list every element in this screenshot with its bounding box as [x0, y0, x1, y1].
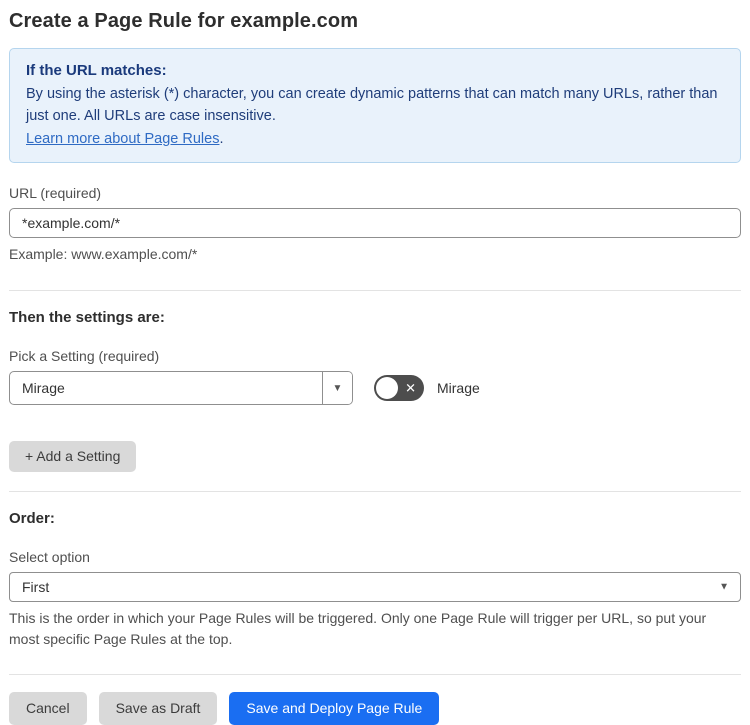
mirage-toggle[interactable]: ✕	[374, 375, 424, 401]
save-and-deploy-button[interactable]: Save and Deploy Page Rule	[229, 692, 440, 725]
toggle-knob	[376, 377, 398, 399]
pick-setting-label: Pick a Setting (required)	[9, 348, 160, 364]
url-match-info-box: If the URL matches: By using the asteris…	[9, 48, 741, 163]
info-box-heading: If the URL matches:	[26, 62, 167, 79]
divider	[9, 491, 741, 492]
toggle-label: Mirage	[437, 380, 480, 396]
order-select-label: Select option	[9, 549, 90, 565]
save-as-draft-button[interactable]: Save as Draft	[98, 692, 218, 725]
order-section-heading: Order:	[9, 510, 55, 527]
page-rule-form: Create a Page Rule for example.com If th…	[0, 0, 750, 725]
footer-actions: Cancel Save as Draft Save and Deploy Pag…	[9, 692, 741, 725]
url-field-label: URL (required)	[9, 185, 102, 201]
info-link-line: Learn more about Page Rules.	[26, 128, 724, 150]
chevron-down-icon: ▼	[332, 382, 343, 394]
chevron-down-icon: ▼	[719, 581, 729, 593]
setting-select[interactable]: Mirage ▼	[9, 371, 353, 405]
add-setting-button[interactable]: + Add a Setting	[9, 441, 137, 472]
settings-section-heading: Then the settings are:	[9, 309, 165, 326]
info-box-body: By using the asterisk (*) character, you…	[26, 86, 718, 124]
page-title: Create a Page Rule for example.com	[9, 10, 359, 32]
url-input[interactable]	[9, 208, 741, 238]
setting-select-value: Mirage	[22, 380, 65, 396]
url-helper-text: Example: www.example.com/*	[9, 246, 198, 262]
order-select[interactable]: First ▼	[9, 572, 741, 602]
toggle-off-x-icon: ✕	[405, 380, 416, 396]
cancel-button[interactable]: Cancel	[9, 692, 87, 725]
learn-more-link[interactable]: Learn more about Page Rules	[26, 131, 219, 147]
divider	[9, 290, 741, 291]
setting-picker-row: Mirage ▼ ✕ Mirage	[9, 371, 741, 405]
divider	[9, 674, 741, 675]
order-select-value: First	[22, 579, 50, 595]
order-helper-text: This is the order in which your Page Rul…	[9, 610, 707, 647]
info-link-suffix: .	[219, 131, 224, 147]
setting-select-arrow-button[interactable]: ▼	[322, 372, 352, 404]
